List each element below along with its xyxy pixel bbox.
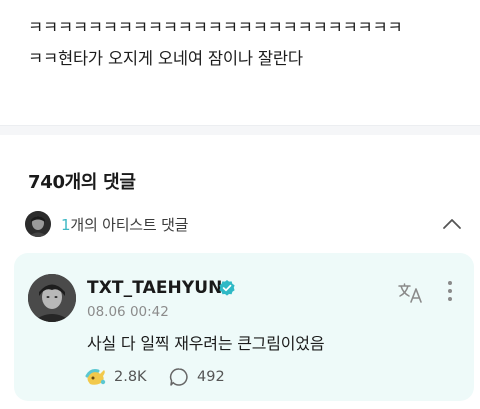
- comment-body: 사실 다 일찍 재우려는 큰그림이었음: [87, 334, 325, 353]
- reply-button[interactable]: 492: [169, 366, 225, 388]
- chevron-up-icon[interactable]: [441, 213, 463, 235]
- section-divider: [0, 125, 480, 135]
- translate-icon[interactable]: [398, 282, 424, 304]
- reply-icon: [169, 368, 188, 386]
- artist-comments-count: 1: [61, 216, 71, 234]
- post-text: ㅋㅋㅋㅋㅋㅋㅋㅋㅋㅋㅋㅋㅋㅋㅋㅋㅋㅋㅋㅋㅋㅋㅋㅋㅋ ㅋㅋ현타가 오지게 오네여 …: [28, 18, 403, 68]
- artist-mini-avatar: [25, 211, 51, 237]
- like-icon: [85, 369, 106, 385]
- avatar[interactable]: [28, 274, 76, 322]
- comment-username[interactable]: TXT_TAEHYUN: [87, 278, 223, 298]
- verified-badge-icon: [219, 280, 235, 296]
- artist-comment-card: TXT_TAEHYUN 08.06 00:42 사실 다 일찍 재우려는 큰그림…: [14, 253, 474, 401]
- like-button[interactable]: 2.8K: [84, 366, 147, 388]
- comment-timestamp: 08.06 00:42: [87, 304, 169, 320]
- artist-comments-toggle[interactable]: 1개의 아티스트 댓글: [25, 209, 467, 239]
- more-vertical-icon[interactable]: [446, 280, 454, 302]
- artist-comments-label: 1개의 아티스트 댓글: [61, 214, 188, 235]
- comment-count-heading: 740개의 댓글: [28, 172, 136, 193]
- reply-count: 492: [197, 369, 225, 385]
- like-count: 2.8K: [114, 369, 147, 385]
- artist-comments-text: 개의 아티스트 댓글: [70, 216, 189, 234]
